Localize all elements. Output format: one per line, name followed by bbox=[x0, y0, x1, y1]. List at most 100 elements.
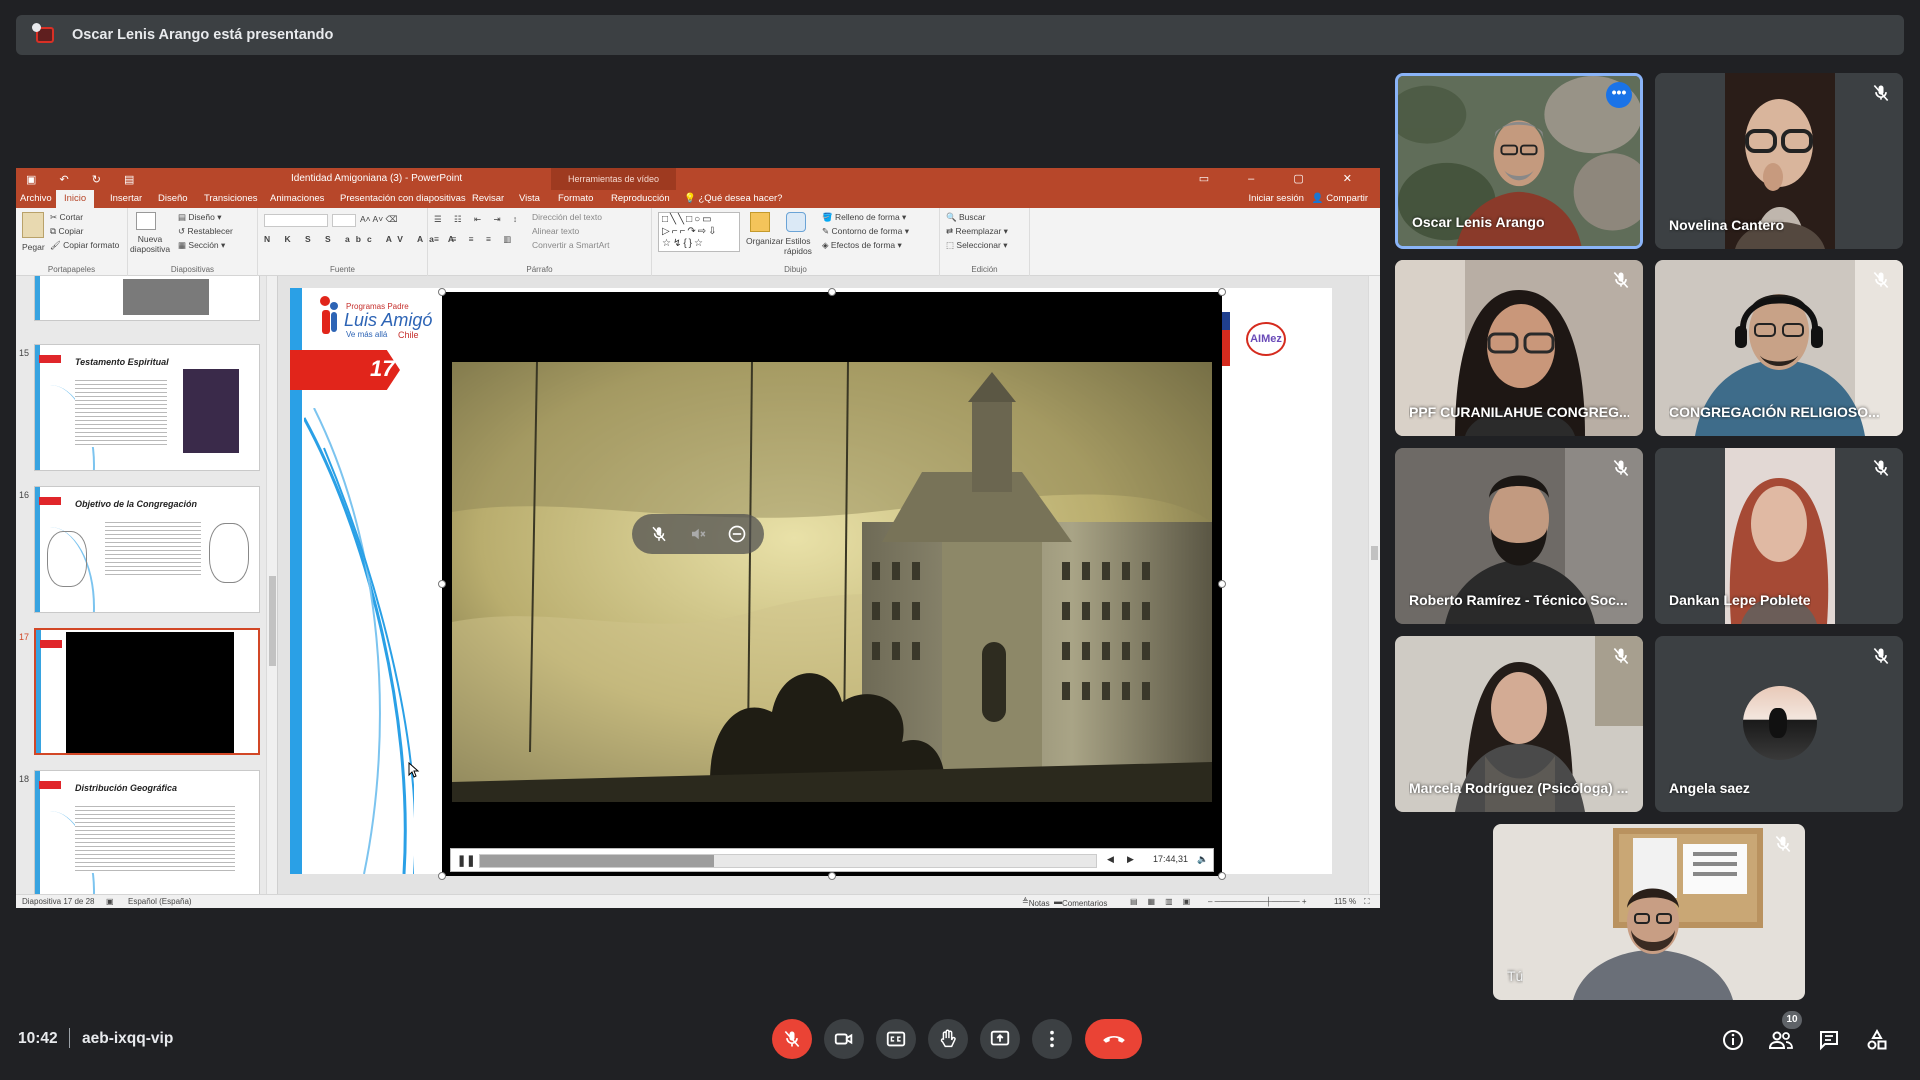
slide-thumbnail-16[interactable]: Objetivo de la Congregación bbox=[34, 486, 260, 613]
participants-button[interactable] bbox=[1768, 1027, 1794, 1053]
tab-insertar[interactable]: Insertar bbox=[110, 193, 142, 204]
paste-button[interactable]: Pegar bbox=[22, 242, 45, 252]
participant-tile[interactable]: Dankan Lepe Poblete bbox=[1655, 448, 1903, 624]
participant-tile[interactable]: CONGREGACIÓN RELIGIOSO... bbox=[1655, 260, 1903, 436]
list-buttons[interactable]: ☰ ☷ ⇤ ⇥ ↕ bbox=[434, 214, 522, 225]
find-button[interactable]: 🔍 Buscar bbox=[946, 212, 985, 223]
copy-button[interactable]: ⧉ Copiar bbox=[50, 226, 83, 237]
quick-styles-icon[interactable] bbox=[786, 212, 806, 232]
tab-archivo[interactable]: Archivo bbox=[20, 193, 52, 204]
arrange-button[interactable]: Organizar bbox=[746, 236, 783, 246]
tab-formato[interactable]: Formato bbox=[558, 193, 593, 204]
slide-video[interactable]: ❚❚ ◀ ▶ 17:44,31 🔈 bbox=[438, 288, 1226, 880]
fit-slide-icon[interactable]: ⛶ bbox=[1364, 897, 1370, 907]
comments-button[interactable]: ▬ Comentarios bbox=[1054, 897, 1107, 908]
minimize-circle-icon[interactable] bbox=[725, 522, 749, 546]
slide-thumbnail-14[interactable] bbox=[34, 276, 260, 321]
captions-button[interactable] bbox=[876, 1019, 916, 1059]
shape-effects-button[interactable]: ◈ Efectos de forma ▾ bbox=[822, 240, 902, 251]
resize-handle[interactable] bbox=[438, 872, 446, 880]
section-button[interactable]: ▦ Sección ▾ bbox=[178, 240, 225, 251]
resize-handle[interactable] bbox=[828, 872, 836, 880]
camera-toggle-button[interactable] bbox=[824, 1019, 864, 1059]
share-button[interactable]: Compartir bbox=[1326, 193, 1368, 204]
font-size-input[interactable] bbox=[332, 214, 356, 227]
video-progress-track[interactable] bbox=[479, 854, 1097, 868]
tab-vista[interactable]: Vista bbox=[519, 193, 540, 204]
resize-handle[interactable] bbox=[828, 288, 836, 296]
thumbnail-scroll-thumb[interactable] bbox=[269, 576, 276, 666]
window-controls[interactable]: ▭ – ▢ ✕ bbox=[1199, 172, 1370, 185]
tell-me-search[interactable]: 💡 ¿Qué desea hacer? bbox=[684, 193, 782, 204]
resize-handle[interactable] bbox=[1218, 580, 1226, 588]
raise-hand-button[interactable] bbox=[928, 1019, 968, 1059]
select-button[interactable]: ⬚ Seleccionar ▾ bbox=[946, 240, 1007, 251]
slide-thumbnail-18[interactable]: Distribución Geográfica bbox=[34, 770, 260, 897]
resize-handle[interactable] bbox=[1218, 872, 1226, 880]
tab-diseno[interactable]: Diseño bbox=[158, 193, 188, 204]
shape-outline-button[interactable]: ✎ Contorno de forma ▾ bbox=[822, 226, 909, 237]
participant-tile[interactable]: Angela saez bbox=[1655, 636, 1903, 812]
layout-button[interactable]: ▤ Diseño ▾ bbox=[178, 212, 222, 223]
slide-thumbnail-17-selected[interactable] bbox=[34, 628, 260, 755]
thumbnail-scrollbar[interactable] bbox=[266, 276, 277, 902]
mic-toggle-button[interactable] bbox=[772, 1019, 812, 1059]
font-name-input[interactable] bbox=[264, 214, 328, 227]
video-frame[interactable]: ❚❚ ◀ ▶ 17:44,31 🔈 bbox=[442, 292, 1222, 876]
resize-handle[interactable] bbox=[438, 580, 446, 588]
align-buttons[interactable]: ≡ ≡ ≡ ≡ ▥ bbox=[434, 234, 516, 245]
tab-transiciones[interactable]: Transiciones bbox=[204, 193, 258, 204]
new-slide-icon[interactable] bbox=[136, 212, 156, 230]
font-size-buttons[interactable]: A˄ A˅ ⌫ bbox=[360, 214, 398, 225]
more-options-icon[interactable]: ••• bbox=[1606, 82, 1632, 108]
pause-icon[interactable]: ❚❚ bbox=[457, 854, 475, 867]
smartart-button[interactable]: Convertir a SmartArt bbox=[532, 240, 609, 250]
more-options-button[interactable] bbox=[1032, 1019, 1072, 1059]
resize-handle[interactable] bbox=[438, 288, 446, 296]
account-area[interactable]: Iniciar sesión 👤 Compartir bbox=[1248, 193, 1368, 204]
spellcheck-icon[interactable]: ▣ bbox=[106, 897, 114, 906]
leave-call-button[interactable] bbox=[1085, 1019, 1142, 1059]
quick-access-icons[interactable]: ▣ ↶ ↻ ▤ bbox=[26, 173, 144, 186]
notes-button[interactable]: ≜ Notas bbox=[1022, 897, 1050, 908]
present-screen-button[interactable] bbox=[980, 1019, 1020, 1059]
slide-scroll-thumb[interactable] bbox=[1371, 546, 1378, 560]
arrange-icon[interactable] bbox=[750, 212, 770, 232]
presenter-overlay-controls[interactable] bbox=[632, 514, 764, 554]
view-buttons[interactable]: ▤▦▥▣ bbox=[1130, 897, 1200, 906]
slide-scrollbar[interactable] bbox=[1368, 276, 1380, 902]
participant-tile[interactable]: Marcela Rodríguez (Psicóloga) ... bbox=[1395, 636, 1643, 812]
volume-icon[interactable]: 🔈 bbox=[1197, 854, 1208, 865]
tab-animaciones[interactable]: Animaciones bbox=[270, 193, 324, 204]
self-view-tile[interactable]: Tú bbox=[1493, 824, 1805, 1000]
align-text-button[interactable]: Alinear texto bbox=[532, 226, 579, 236]
replace-button[interactable]: ⇄ Reemplazar ▾ bbox=[946, 226, 1008, 237]
meeting-info-button[interactable] bbox=[1720, 1027, 1746, 1053]
sign-in-link[interactable]: Iniciar sesión bbox=[1248, 193, 1303, 204]
zoom-slider[interactable]: – ─────────┼───── + bbox=[1208, 897, 1307, 906]
paste-icon[interactable] bbox=[22, 212, 44, 238]
shapes-gallery[interactable]: □╲╲□○▭ ▷⌐⌐↷⇨⇩ ☆↯{}☆ bbox=[658, 212, 740, 252]
participant-tile[interactable]: ••• Oscar Lenis Arango bbox=[1395, 73, 1643, 249]
tab-revisar[interactable]: Revisar bbox=[472, 193, 504, 204]
participant-tile[interactable]: Novelina Cantero bbox=[1655, 73, 1903, 249]
zoom-level[interactable]: 115 % bbox=[1334, 897, 1356, 906]
tab-reproduccion[interactable]: Reproducción bbox=[611, 193, 670, 204]
tab-presentacion[interactable]: Presentación con diapositivas bbox=[340, 193, 466, 204]
shape-fill-button[interactable]: 🪣 Relleno de forma ▾ bbox=[822, 212, 906, 223]
participant-tile[interactable]: Roberto Ramírez - Técnico Soc... bbox=[1395, 448, 1643, 624]
forward-icon[interactable]: ▶ bbox=[1127, 854, 1134, 865]
video-content[interactable] bbox=[452, 362, 1212, 802]
slide-thumbnail-15[interactable]: Testamento Espiritual bbox=[34, 344, 260, 471]
new-slide-button[interactable]: Nueva diapositiva bbox=[130, 234, 170, 254]
activities-button[interactable] bbox=[1864, 1027, 1890, 1053]
speaker-off-icon[interactable] bbox=[686, 522, 710, 546]
participant-tile[interactable]: PPF CURANILAHUE CONGREG... bbox=[1395, 260, 1643, 436]
slide-thumbnail-pane[interactable]: 15 Testamento Espiritual 16 Objetivo de … bbox=[16, 276, 278, 902]
cut-button[interactable]: ✂ Cortar bbox=[50, 212, 83, 223]
tab-inicio[interactable]: Inicio bbox=[56, 190, 95, 208]
quick-styles-button[interactable]: Estilos rápidos bbox=[780, 236, 816, 256]
format-painter-button[interactable]: 🖌 Copiar formato bbox=[50, 240, 119, 251]
chat-button[interactable] bbox=[1816, 1027, 1842, 1053]
language-indicator[interactable]: Español (España) bbox=[128, 897, 192, 906]
